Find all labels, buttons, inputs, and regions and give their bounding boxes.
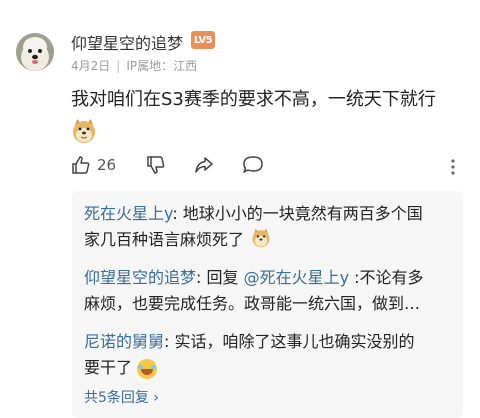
dislike-button[interactable] (146, 155, 166, 175)
reply-text: 实话，咱除了这事儿也确实没别的 (174, 332, 415, 351)
doge-emoji-icon (71, 118, 97, 144)
reply-button[interactable] (242, 155, 264, 175)
avatar[interactable] (16, 33, 54, 71)
more-icon (451, 159, 455, 175)
reply-item: 仰望星空的追梦: 回复 @死在火星上y :不论有多 麻烦，也要完成任务。政哥能一… (84, 265, 454, 317)
comment-actions: 26 (71, 155, 264, 175)
reply-separator: : (196, 268, 207, 287)
like-button[interactable]: 26 (71, 155, 116, 175)
reply-separator: : (164, 332, 175, 351)
laugh-emoji-icon (137, 358, 158, 379)
comment-username[interactable]: 仰望星空的追梦 (71, 30, 183, 54)
more-options-button[interactable] (450, 158, 456, 180)
comment-text: 我对咱们在S3赛季的要求不高，一统天下就行 (71, 89, 436, 110)
reply-author[interactable]: 仰望星空的追梦 (84, 268, 196, 287)
comment-icon (243, 156, 263, 173)
replies-box: 死在火星上y: 地球小小的一块竟然有两百多个国 家几百种语言麻烦死了 仰望星空的… (72, 191, 463, 418)
level-badge: LV5 (191, 31, 215, 49)
reply-text: 麻烦，也要完成任务。政哥能一统六国，做到… (84, 294, 421, 313)
doge-emoji-icon (252, 228, 270, 248)
reply-text: :不论有多 (349, 268, 424, 287)
meta-separator: | (116, 58, 121, 73)
comment-date: 4月2日 (71, 59, 111, 73)
reply-item: 死在火星上y: 地球小小的一块竟然有两百多个国 家几百种语言麻烦死了 (84, 201, 454, 253)
reply-separator: : (172, 204, 183, 223)
share-button[interactable] (194, 155, 214, 175)
ip-location: IP属地：江西 (126, 59, 198, 73)
reply-mention[interactable]: @死在火星上y (244, 268, 349, 287)
reply-text: 家几百种语言麻烦死了 (84, 230, 245, 249)
like-count: 26 (97, 156, 117, 174)
thumbs-up-icon (72, 156, 90, 174)
reply-prefix: 回复 (206, 268, 244, 287)
reply-text: 地球小小的一块竟然有两百多个国 (182, 204, 423, 223)
reply-author[interactable]: 死在火星上y (84, 204, 172, 223)
view-all-replies-link[interactable]: 共5条回复 › (84, 387, 159, 407)
share-icon (195, 157, 213, 173)
reply-author[interactable]: 尼诺的舅舅 (84, 332, 164, 351)
reply-text: 要干了 (84, 358, 133, 377)
reply-item: 尼诺的舅舅: 实话，咱除了这事儿也确实没别的 要干了 (84, 329, 454, 381)
thumbs-down-icon (147, 156, 165, 174)
comment-meta: 4月2日 | IP属地：江西 (71, 57, 197, 74)
